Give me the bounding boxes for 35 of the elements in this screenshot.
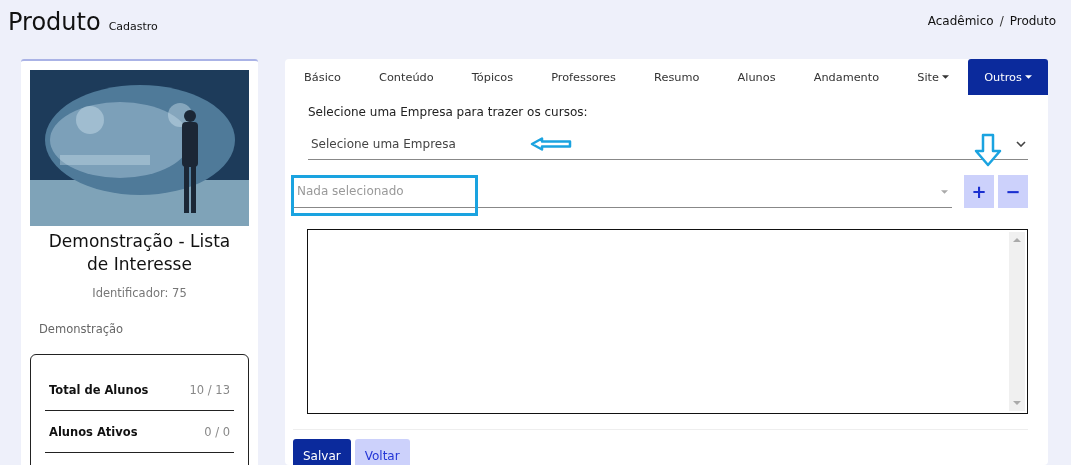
breadcrumb-separator: / bbox=[999, 14, 1004, 28]
product-identifier: Identificador: 75 bbox=[91, 286, 188, 300]
tab[interactable]: Site bbox=[898, 59, 969, 95]
product-title: Demonstração - Lista de Interesse bbox=[47, 230, 232, 276]
save-button[interactable]: Salvar bbox=[293, 439, 351, 465]
down-arrow-icon bbox=[974, 133, 1002, 167]
tab[interactable]: Alunos bbox=[718, 59, 795, 95]
breadcrumb-item: Produto bbox=[1009, 14, 1056, 28]
stat-value: 0 / 0 bbox=[204, 424, 230, 439]
tab[interactable]: Outros bbox=[968, 59, 1049, 95]
breadcrumb-item[interactable]: Acadêmico bbox=[927, 14, 994, 28]
scroll-down-icon[interactable] bbox=[1013, 401, 1021, 405]
remove-button[interactable]: − bbox=[998, 175, 1028, 208]
course-select[interactable]: Nada selecionado bbox=[293, 175, 952, 208]
scroll-up-icon[interactable] bbox=[1013, 238, 1021, 242]
caret-icon bbox=[941, 190, 948, 194]
tab[interactable]: Andamento bbox=[794, 59, 899, 95]
page-subtitle: Cadastro bbox=[108, 20, 158, 33]
tab[interactable]: Professores bbox=[532, 59, 636, 95]
stat-label: Alunos Ativos bbox=[49, 424, 138, 439]
add-button[interactable]: + bbox=[964, 175, 994, 208]
stat-label: Total de Alunos bbox=[49, 382, 149, 397]
chevron-icon bbox=[1016, 141, 1026, 147]
tab[interactable]: Básico bbox=[285, 59, 360, 95]
tab[interactable]: Conteúdo bbox=[360, 59, 453, 95]
back-button[interactable]: Voltar bbox=[354, 439, 410, 465]
scrollbar[interactable] bbox=[1009, 232, 1025, 411]
tab[interactable]: Resumo bbox=[635, 59, 719, 95]
text-area[interactable] bbox=[307, 229, 1028, 414]
field-label: Selecione uma Empresa para trazer os cursos: bbox=[307, 105, 589, 119]
left-arrow-icon bbox=[530, 137, 572, 151]
tab[interactable]: Tópicos bbox=[452, 59, 533, 95]
page-title: Produto bbox=[8, 8, 101, 36]
product-category: Demonstração bbox=[38, 322, 125, 336]
stat-value: 10 / 13 bbox=[189, 382, 230, 397]
